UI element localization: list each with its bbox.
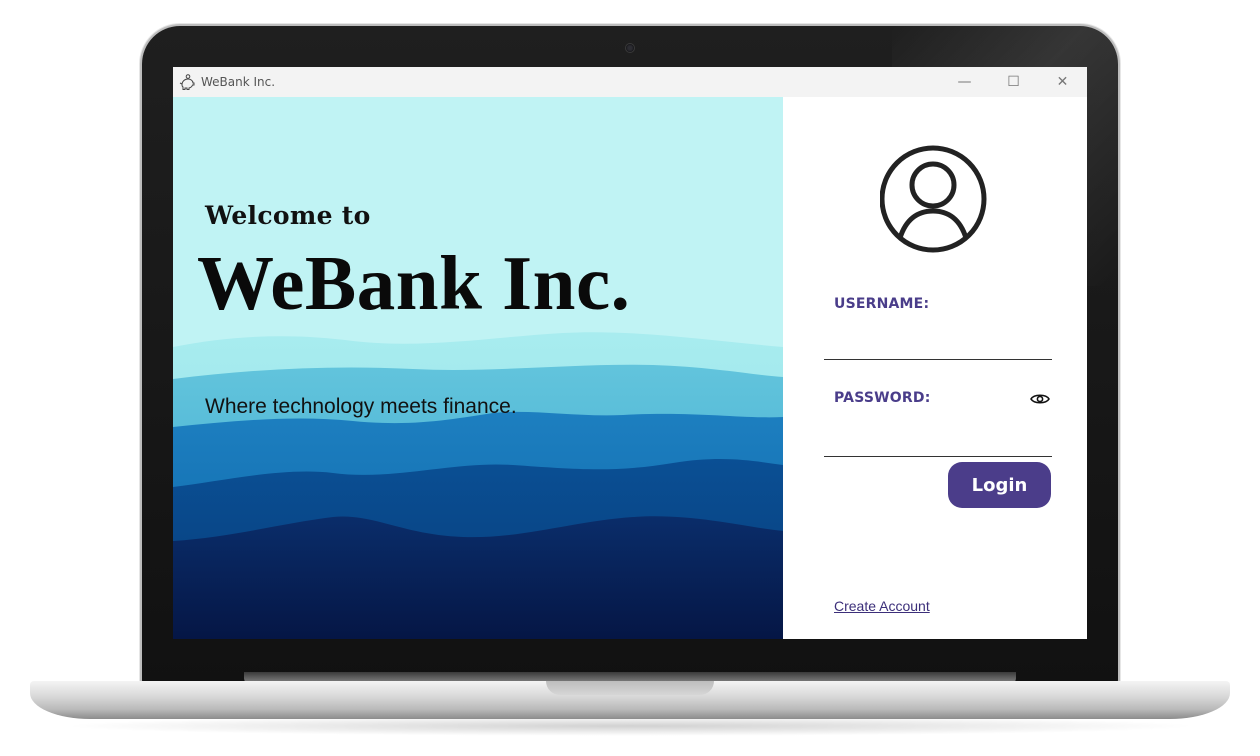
user-circle-icon (880, 145, 987, 253)
app-window: WeBank Inc. — ☐ ✕ Welcome to WeBank Inc.… (173, 67, 1087, 639)
maximize-button[interactable]: ☐ (989, 67, 1038, 97)
window-title: WeBank Inc. (201, 75, 276, 89)
close-button[interactable]: ✕ (1038, 67, 1087, 97)
mountain-landscape (173, 332, 783, 639)
minimize-button[interactable]: — (940, 67, 989, 97)
login-panel: USERNAME: PASSWORD: Login Create Account (783, 97, 1087, 639)
login-button[interactable]: Login (948, 462, 1051, 508)
eye-icon[interactable] (1030, 392, 1050, 406)
webcam-icon (626, 44, 634, 52)
welcome-hero: Welcome to WeBank Inc. Where technology … (173, 97, 783, 639)
laptop-notch (546, 681, 714, 695)
piggy-bank-hand-icon (179, 73, 197, 91)
welcome-subtitle: Welcome to (205, 201, 371, 230)
password-label: PASSWORD: (834, 390, 931, 406)
password-input[interactable] (824, 431, 1052, 457)
title-bar: WeBank Inc. — ☐ ✕ (173, 67, 1087, 97)
window-controls: — ☐ ✕ (940, 67, 1087, 97)
welcome-title: WeBank Inc. (197, 240, 631, 326)
laptop-shadow (60, 716, 1200, 736)
tagline: Where technology meets finance. (205, 395, 517, 418)
username-input[interactable] (824, 334, 1052, 360)
username-label: USERNAME: (834, 296, 930, 312)
create-account-link[interactable]: Create Account (834, 598, 930, 614)
